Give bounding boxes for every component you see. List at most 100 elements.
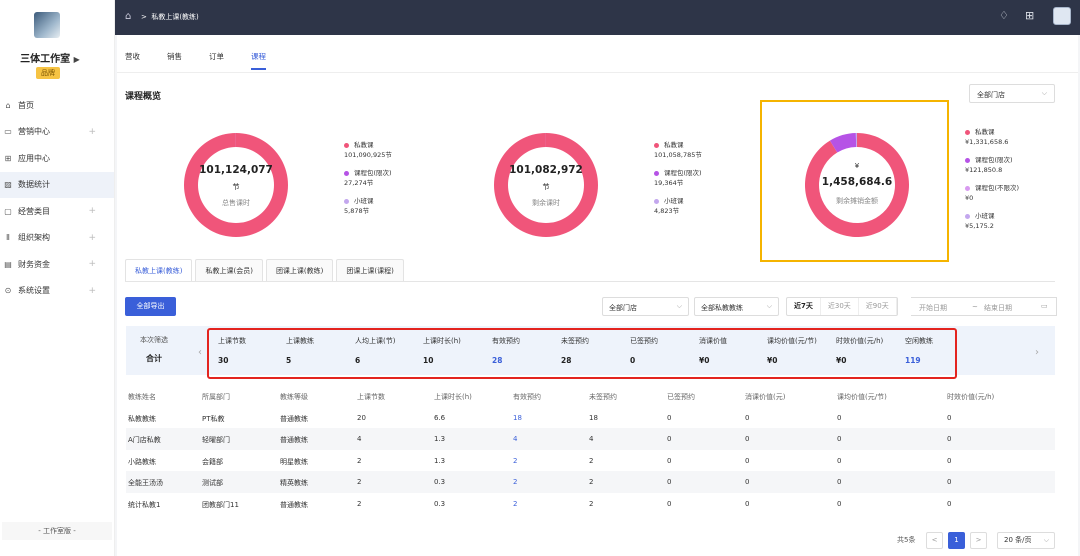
bell-icon[interactable]: ♢ [999, 9, 1009, 22]
sub-tabs: 私教上课(教练) 私教上课(会员) 团课上课(教练) 团课上课(课程) [125, 259, 407, 281]
table-cell: 2 [357, 499, 362, 508]
legend-name: 私教课 [354, 141, 374, 149]
sidebar-item-1[interactable]: ▭ 营销中心 + [0, 119, 114, 146]
subtabs-divider [125, 281, 1055, 282]
tab-1[interactable]: 销售 [167, 51, 182, 70]
table-cell: 统计私教1 [128, 500, 161, 509]
subtab-2[interactable]: 团课上课(教练) [265, 259, 334, 281]
start-date-input[interactable]: 开始日期 [919, 303, 947, 313]
period-option-1[interactable]: 近30天 [821, 298, 859, 315]
page-size-value: 20 条/页 [1004, 536, 1032, 544]
table-cell: 0 [667, 499, 672, 508]
table-cell: 普通教练 [280, 414, 308, 423]
tab-0[interactable]: 营收 [125, 51, 140, 70]
sidebar-item-label: 组织架构 [18, 233, 50, 243]
legend-dot [654, 170, 659, 176]
subtab-0[interactable]: 私教上课(教练) [125, 259, 193, 281]
donut-legend-remaining: 私教课 101,058,785节 课程包(限次) 19,364节 小班课 4,823节 [654, 140, 702, 224]
org-logo[interactable] [34, 12, 60, 38]
org-switcher[interactable]: 三体工作室 ▶ [0, 50, 100, 65]
sidebar-item-label: 数据统计 [18, 180, 50, 190]
prev-page-button[interactable]: < [926, 532, 943, 549]
legend-name: 小班课 [664, 197, 684, 205]
calendar-icon[interactable]: ▭ [1041, 302, 1048, 310]
table-row: 统计私教1 团教部门11 普通教练 2 0.3 2 2 0 0 0 0 [126, 493, 1055, 515]
legend-dot [654, 142, 659, 148]
legend-value: 5,878节 [344, 207, 370, 215]
avatar[interactable] [1053, 7, 1071, 25]
tab-2[interactable]: 订单 [209, 51, 224, 70]
legend-name: 私教课 [975, 128, 995, 136]
sidebar-item-6[interactable]: ▤ 财务资金 + [0, 251, 114, 278]
settings-icon: ⊙ [4, 286, 12, 296]
page-size-select[interactable]: 20 条/页 ⌵ [997, 532, 1055, 549]
sidebar-item-0[interactable]: ⌂ 首页 [0, 92, 114, 119]
table-cell: 2 [589, 478, 594, 486]
legend-value: 101,058,785节 [654, 151, 702, 159]
sidebar-item-3[interactable]: ▨ 数据统计 [0, 171, 114, 198]
legend-item: 私教课 101,090,925节 [344, 140, 392, 160]
table-cell: A门店私教 [128, 436, 161, 444]
sidebar-item-label: 财务资金 [18, 259, 50, 269]
table-cell: 0 [745, 478, 750, 486]
legend-name-row: 课程包(限次) [965, 155, 1019, 165]
table-cell: 0 [837, 456, 842, 465]
scroll-left-icon[interactable]: ‹ [198, 347, 202, 358]
legend-value: ¥0 [965, 194, 974, 202]
sidebar-item-2[interactable]: ⊞ 应用中心 [0, 145, 114, 172]
table-cell: 普通教练 [280, 500, 308, 509]
export-all-button[interactable]: 全部导出 [125, 297, 176, 316]
expand-icon[interactable]: + [88, 286, 96, 296]
expand-icon[interactable]: + [88, 206, 96, 216]
highlight-annotation [207, 328, 957, 379]
store-filter-select[interactable]: 全部门店 ⌵ [602, 297, 689, 316]
table-cell: 2 [589, 456, 594, 465]
legend-name: 小班课 [975, 212, 995, 220]
table-cell: 小路教练 [128, 457, 156, 466]
legend-dot [654, 198, 659, 204]
grid-icon[interactable]: ⊞ [1025, 9, 1034, 22]
coach-table: 教练姓名 所属部门 教练等级 上课节数 上课时长(h) 有效预约 未签预约 已签预约 消课价值(… [126, 385, 1055, 514]
org-tag: 品牌 [36, 67, 60, 79]
caret-right-icon: ▶ [73, 55, 80, 64]
page-1-button[interactable]: 1 [948, 532, 965, 549]
legend-dot [344, 198, 349, 204]
version-label: - 工作室版 - [2, 522, 112, 540]
table-cell[interactable]: 2 [513, 478, 517, 486]
table-cell: 0 [837, 499, 842, 508]
date-range-picker[interactable]: 开始日期 ~ 结束日期 ▭ [911, 297, 1057, 316]
overview-store-select[interactable]: 全部门店 ⌵ [969, 84, 1055, 103]
table-cell[interactable]: 18 [513, 414, 522, 422]
org-icon: Ⅱ [6, 233, 10, 243]
subtab-3[interactable]: 团课上课(课程) [336, 259, 404, 281]
sidebar-item-7[interactable]: ⊙ 系统设置 + [0, 278, 114, 305]
expand-icon[interactable]: + [88, 233, 96, 243]
summary-total-label: 合计 [146, 354, 162, 363]
table-cell[interactable]: 2 [513, 457, 517, 465]
table-cell[interactable]: 4 [513, 435, 517, 443]
table-row: A门店私教 轻曜部门 普通教练 4 1.3 4 4 0 0 0 0 [126, 428, 1055, 450]
next-page-button[interactable]: > [970, 532, 987, 549]
table-cell[interactable]: 2 [513, 500, 517, 508]
finance-icon: ▤ [4, 259, 12, 269]
scroll-right-icon[interactable]: › [1035, 347, 1039, 358]
legend-name-row: 小班课 [654, 196, 702, 206]
sidebar-item-4[interactable]: ▢ 经营类目 + [0, 198, 114, 225]
table-cell: 2 [357, 478, 362, 486]
sidebar-item-5[interactable]: Ⅱ 组织架构 + [0, 225, 114, 252]
expand-icon[interactable]: + [88, 259, 96, 269]
coach-filter-select[interactable]: 全部私教教练 ⌵ [694, 297, 779, 316]
table-header-cell: 课均价值(元/节) [837, 393, 887, 401]
table-cell: 0 [745, 456, 750, 465]
expand-icon[interactable]: + [88, 127, 96, 137]
legend-item: 课程包(限次) 27,274节 [344, 168, 392, 188]
end-date-input[interactable]: 结束日期 [984, 303, 1012, 313]
subtab-1[interactable]: 私教上课(会员) [195, 259, 263, 281]
tab-3[interactable]: 课程 [251, 51, 266, 70]
home-icon[interactable]: ⌂ [125, 11, 131, 22]
period-option-2[interactable]: 近90天 [859, 298, 897, 315]
legend-dot [965, 129, 970, 135]
period-option-0[interactable]: 近7天 [787, 298, 821, 315]
legend-name-row: 私教课 [344, 140, 392, 150]
tabs-divider [117, 72, 1078, 73]
